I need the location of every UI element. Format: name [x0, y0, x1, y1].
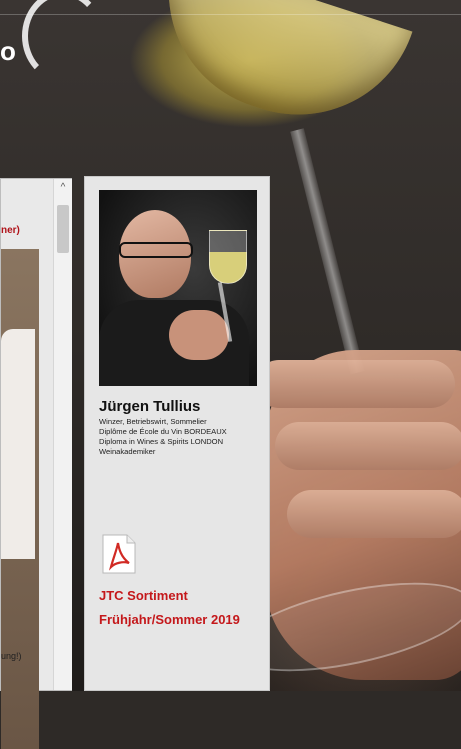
- scroll-up-icon[interactable]: ^: [54, 179, 72, 197]
- credential-line: Diplôme de École du Vin BORDEAUX: [99, 427, 227, 436]
- left-photo-figure: [1, 329, 35, 559]
- credential-line: Diploma in Wines & Spirits LONDON: [99, 437, 224, 446]
- logo-letter: o: [0, 36, 16, 66]
- pdf-icon[interactable]: [99, 533, 139, 575]
- left-panel-text-fragment: ung!): [1, 651, 22, 661]
- credential-line: Winzer, Betriebswirt, Sommelier: [99, 417, 207, 426]
- left-panel-scrollbar[interactable]: ^: [53, 179, 72, 690]
- scroll-thumb[interactable]: [57, 205, 69, 253]
- catalog-link-line1[interactable]: JTC Sortiment: [99, 588, 188, 603]
- catalog-link-line2[interactable]: Frühjahr/Sommer 2019: [99, 612, 240, 627]
- profile-name: Jürgen Tullius: [99, 398, 201, 415]
- left-panel-heading-fragment: ner): [1, 225, 20, 236]
- left-panel-photo: [1, 249, 39, 749]
- left-content-panel: ner) ung!) ^: [0, 178, 72, 749]
- credential-line: Weinakademiker: [99, 447, 156, 456]
- profile-card: Jürgen Tullius Winzer, Betriebswirt, Som…: [84, 176, 270, 691]
- profile-photo: [99, 190, 257, 386]
